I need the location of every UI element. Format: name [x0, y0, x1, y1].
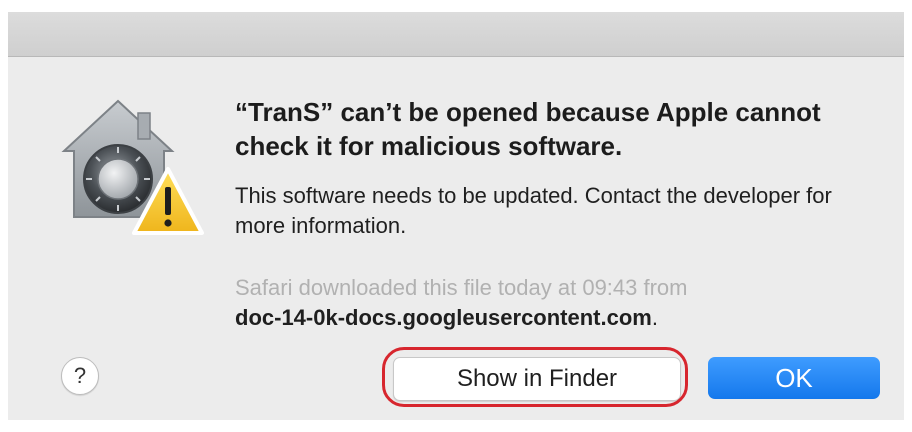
security-alert-dialog: “TranS” can’t be opened because Apple ca…	[8, 57, 904, 420]
alert-message: This software needs to be updated. Conta…	[235, 183, 832, 238]
help-button[interactable]: ?	[61, 357, 99, 395]
show-in-finder-label: Show in Finder	[456, 365, 618, 392]
help-question-icon: ?	[73, 363, 87, 388]
window-title-bar[interactable]	[8, 12, 904, 57]
download-domain-period: .	[651, 305, 658, 330]
ok-label: OK	[775, 362, 813, 393]
alert-headline: “TranS” can’t be opened because Apple ca…	[235, 97, 821, 161]
download-source-info: Safari downloaded this file today at 09:…	[235, 273, 875, 333]
download-meta-text: Safari downloaded this file today at 09:…	[235, 275, 688, 300]
ok-button[interactable]: OK	[708, 357, 880, 399]
gatekeeper-lock-house-icon	[56, 99, 206, 239]
download-domain: doc-14-0k-docs.googleusercontent.com	[235, 305, 652, 330]
download-domain-line: doc-14-0k-docs.googleusercontent.com.	[235, 303, 875, 333]
show-in-finder-button[interactable]: Show in Finder	[393, 357, 681, 401]
